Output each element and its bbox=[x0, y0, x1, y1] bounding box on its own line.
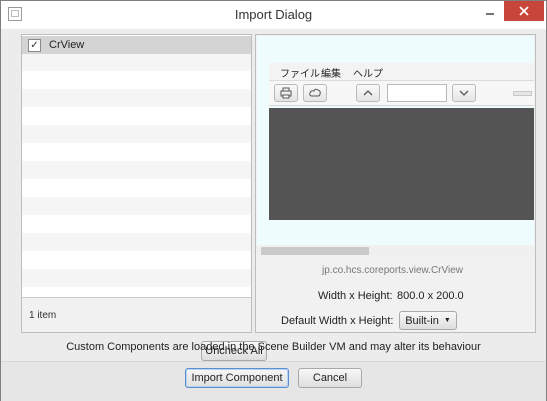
default-width-height-label: Default Width x Height: bbox=[281, 315, 394, 327]
preview-canvas bbox=[269, 108, 534, 220]
minimize-icon bbox=[486, 13, 494, 15]
menu-file: ファイル bbox=[280, 69, 320, 80]
close-icon bbox=[519, 6, 529, 16]
preview-tool-button bbox=[356, 84, 380, 102]
width-height-label: Width x Height: bbox=[318, 290, 393, 302]
dropdown-caret-icon: ▼ bbox=[443, 317, 451, 324]
chevron-down-icon bbox=[459, 90, 469, 96]
preview-tool-button bbox=[274, 84, 298, 102]
cloud-icon bbox=[309, 88, 321, 97]
component-checkbox[interactable]: ✓ bbox=[28, 38, 41, 52]
vm-warning-notice: Custom Components are loaded in the Scen… bbox=[66, 341, 481, 353]
menu-help: ヘルプ bbox=[353, 69, 383, 80]
window-title: Import Dialog bbox=[234, 7, 313, 22]
list-item[interactable]: ✓ CrView bbox=[22, 36, 251, 54]
chevron-up-icon bbox=[363, 90, 373, 96]
title-bar: Import Dialog bbox=[1, 1, 546, 29]
component-class-name: jp.co.hcs.coreports.view.CrView bbox=[322, 265, 463, 276]
preview-tool-button bbox=[452, 84, 476, 102]
component-preview: ファイル 編集 ヘルプ bbox=[257, 36, 534, 245]
width-height-value: 800.0 x 200.0 bbox=[397, 290, 464, 302]
component-list-panel: ✓ CrView 1 item Uncheck All bbox=[21, 34, 267, 361]
cancel-button[interactable]: Cancel bbox=[298, 368, 362, 388]
menu-edit: 編集 bbox=[321, 69, 341, 80]
default-size-dropdown[interactable]: Built-in ▼ bbox=[399, 311, 457, 330]
preview-panel: ファイル 編集 ヘルプ jp.co.hcs.coreports.view.CrV… bbox=[255, 34, 536, 333]
preview-menubar: ファイル 編集 ヘルプ bbox=[269, 63, 534, 81]
minimize-button[interactable] bbox=[477, 1, 503, 21]
import-dialog-window: Import Dialog ✓ CrView 1 item Uncheck Al… bbox=[0, 0, 547, 401]
item-count: 1 item bbox=[29, 310, 57, 321]
import-component-button[interactable]: Import Component bbox=[185, 368, 289, 388]
close-button[interactable] bbox=[504, 1, 544, 21]
component-list[interactable]: ✓ CrView bbox=[22, 35, 251, 297]
preview-slider bbox=[513, 91, 532, 96]
default-size-value: Built-in bbox=[405, 314, 439, 327]
preview-toolbar-field bbox=[387, 84, 447, 102]
preview-horizontal-scrollbar[interactable] bbox=[257, 246, 534, 256]
scrollbar-thumb[interactable] bbox=[261, 247, 369, 255]
print-icon bbox=[280, 87, 292, 99]
list-item-label: CrView bbox=[49, 39, 85, 51]
preview-toolbar bbox=[269, 81, 534, 106]
list-divider bbox=[22, 297, 251, 298]
preview-tool-button bbox=[303, 84, 327, 102]
dialog-footer: Import Component Cancel bbox=[1, 361, 546, 401]
